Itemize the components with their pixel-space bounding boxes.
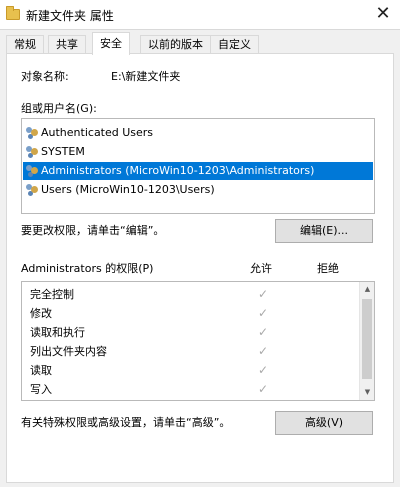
- permission-name: 完全控制: [30, 288, 74, 301]
- tab-sharing[interactable]: 共享: [48, 35, 86, 54]
- folder-icon: [6, 6, 20, 20]
- check-icon: ✓: [257, 287, 269, 301]
- users-list[interactable]: Authenticated Users SYSTEM Administrator…: [21, 118, 375, 214]
- permissions-scrollbar[interactable]: ▲ ▼: [359, 282, 374, 400]
- check-icon: ✓: [257, 382, 269, 396]
- object-name-label: 对象名称:: [21, 70, 69, 83]
- user-item-system[interactable]: SYSTEM: [23, 143, 373, 161]
- users-icon: [26, 165, 39, 177]
- users-icon: [26, 146, 39, 158]
- title-bar: 新建文件夹 属性 ✕: [0, 0, 400, 30]
- window-title: 新建文件夹 属性: [26, 9, 114, 23]
- users-icon: [26, 184, 39, 196]
- edit-hint: 要更改权限，请单击“编辑”。: [21, 224, 165, 237]
- user-item-authenticated-users[interactable]: Authenticated Users: [23, 124, 373, 142]
- object-name-value: E:\新建文件夹: [111, 70, 181, 83]
- tab-customize[interactable]: 自定义: [210, 35, 259, 54]
- permission-row: 修改 ✓: [22, 304, 360, 323]
- permission-name: 读取和执行: [30, 326, 85, 339]
- groups-label: 组或用户名(G):: [21, 102, 97, 115]
- permission-name: 读取: [30, 364, 52, 377]
- advanced-hint: 有关特殊权限或高级设置，请单击“高级”。: [21, 416, 231, 429]
- permissions-list: 完全控制 ✓ 修改 ✓ 读取和执行 ✓ 列出文件夹内容 ✓ 读取 ✓ 写入 ✓ …: [21, 281, 375, 401]
- security-panel: 对象名称: E:\新建文件夹 组或用户名(G): Authenticated U…: [6, 53, 394, 483]
- permission-row: 读取 ✓: [22, 361, 360, 380]
- permission-name: 写入: [30, 383, 52, 396]
- scroll-thumb[interactable]: [362, 299, 372, 379]
- permission-row: 写入 ✓: [22, 380, 360, 399]
- scroll-down-icon[interactable]: ▼: [360, 385, 374, 400]
- permission-row: 完全控制 ✓: [22, 285, 360, 304]
- user-item-administrators[interactable]: Administrators (MicroWin10-1203\Administ…: [23, 162, 373, 180]
- advanced-button[interactable]: 高级(V): [275, 411, 373, 435]
- check-icon: ✓: [257, 306, 269, 320]
- user-item-users[interactable]: Users (MicroWin10-1203\Users): [23, 181, 373, 199]
- deny-column-header: 拒绝: [317, 262, 339, 275]
- permission-row: 列出文件夹内容 ✓: [22, 342, 360, 361]
- allow-column-header: 允许: [250, 262, 272, 275]
- permission-name: 修改: [30, 307, 52, 320]
- tab-bar: 常规 共享 安全 以前的版本 自定义: [6, 32, 394, 55]
- user-item-label: Administrators (MicroWin10-1203\Administ…: [41, 164, 315, 177]
- user-item-label: Users (MicroWin10-1203\Users): [41, 183, 215, 196]
- permission-name: 列出文件夹内容: [30, 345, 107, 358]
- check-icon: ✓: [257, 344, 269, 358]
- check-icon: ✓: [257, 325, 269, 339]
- tab-previous-versions[interactable]: 以前的版本: [140, 35, 211, 54]
- permissions-title: Administrators 的权限(P): [21, 262, 154, 275]
- permission-row: 读取和执行 ✓: [22, 323, 360, 342]
- tab-general[interactable]: 常规: [6, 35, 44, 54]
- scroll-up-icon[interactable]: ▲: [360, 282, 374, 297]
- edit-button[interactable]: 编辑(E)...: [275, 219, 373, 243]
- user-item-label: SYSTEM: [41, 145, 85, 158]
- users-icon: [26, 127, 39, 139]
- user-item-label: Authenticated Users: [41, 126, 154, 139]
- close-button[interactable]: ✕: [372, 4, 394, 24]
- check-icon: ✓: [257, 363, 269, 377]
- tab-security[interactable]: 安全: [92, 32, 130, 55]
